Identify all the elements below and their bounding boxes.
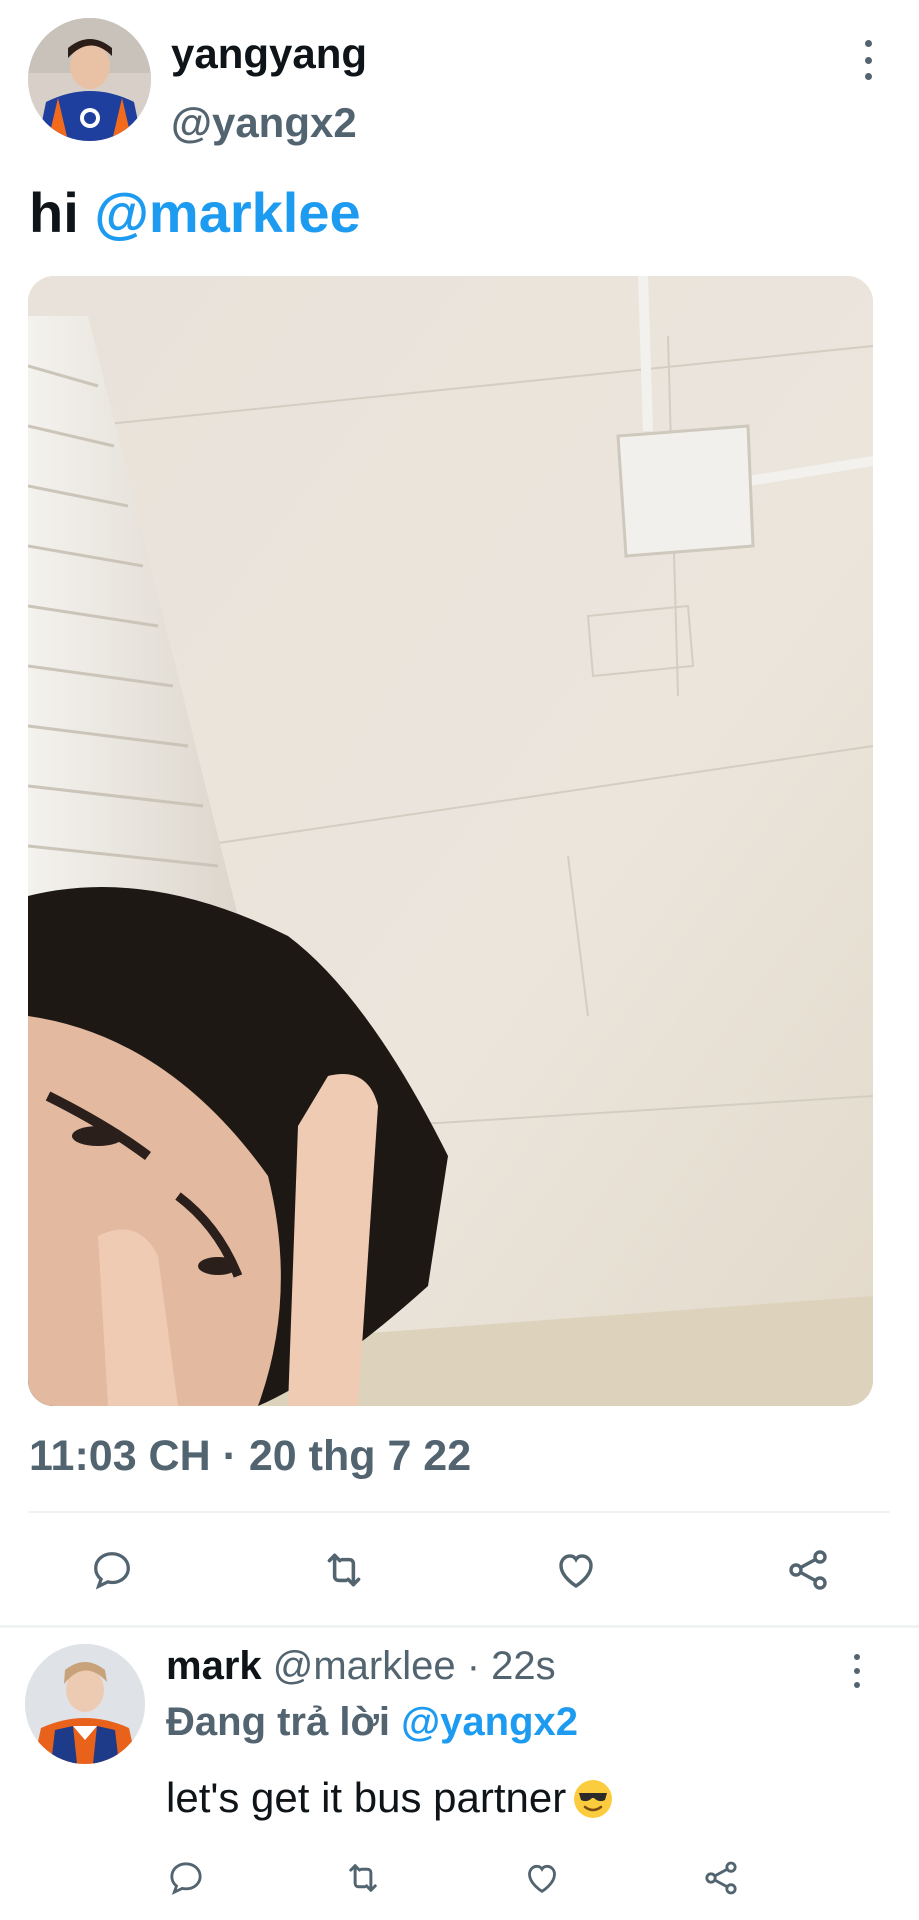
- share-icon: [705, 1861, 737, 1895]
- more-dot: [854, 1668, 860, 1674]
- more-dot: [854, 1682, 860, 1688]
- more-dot: [864, 73, 872, 80]
- retweet-button[interactable]: [314, 1540, 374, 1600]
- reply-handle-time[interactable]: @marklee · 22s: [262, 1644, 556, 1688]
- reply-icon: [94, 1552, 130, 1590]
- divider: [28, 1511, 890, 1513]
- tweet-action-bar: [0, 1540, 919, 1600]
- more-options-button[interactable]: [856, 40, 880, 80]
- like-button[interactable]: [546, 1540, 606, 1600]
- author-display-name[interactable]: yangyang: [171, 30, 367, 78]
- reply-button[interactable]: [82, 1540, 142, 1600]
- reply-author-avatar[interactable]: [25, 1644, 145, 1764]
- reply-header: mark @marklee · 22s: [166, 1642, 556, 1690]
- reply-more-options-button[interactable]: [845, 1654, 869, 1688]
- author-avatar[interactable]: [28, 18, 151, 141]
- tweet-mention-link[interactable]: @marklee: [94, 181, 360, 244]
- heart-icon: [528, 1864, 556, 1893]
- more-vertical-icon: [864, 40, 872, 47]
- reply-text: let's get it bus partner: [166, 1773, 614, 1823]
- tweet-photo[interactable]: [28, 276, 873, 1406]
- reply-share-button[interactable]: [696, 1853, 746, 1903]
- replying-to-line: Đang trả lời @yangx2: [166, 1698, 578, 1746]
- avatar-image: [28, 18, 151, 141]
- author-handle[interactable]: @yangx2: [171, 99, 357, 147]
- tweet-timestamp[interactable]: 11:03 CH · 20 thg 7 22: [29, 1430, 471, 1482]
- reply-action-bar: [0, 1853, 919, 1903]
- more-dot: [864, 56, 872, 64]
- tweet-text-prefix: hi: [29, 181, 95, 244]
- heart-icon: [559, 1554, 593, 1588]
- smiling-face-with-sunglasses-icon: [572, 1778, 614, 1820]
- replying-to-label: Đang trả lời: [166, 1700, 402, 1744]
- replying-to-mention[interactable]: @yangx2: [401, 1700, 578, 1744]
- reply-like-button[interactable]: [517, 1853, 567, 1903]
- tweet-text: hi @marklee: [29, 180, 361, 246]
- divider: [0, 1625, 919, 1628]
- reply-reply-button[interactable]: [161, 1853, 211, 1903]
- share-icon: [789, 1550, 827, 1590]
- reply-retweet-button[interactable]: [338, 1853, 388, 1903]
- reply-text-content: let's get it bus partner: [166, 1774, 567, 1821]
- retweet-icon: [349, 1864, 377, 1892]
- reply-author-name[interactable]: mark: [166, 1644, 262, 1688]
- more-vertical-icon: [854, 1654, 860, 1660]
- retweet-icon: [327, 1553, 361, 1587]
- photo-image: [28, 276, 873, 1406]
- avatar-image: [25, 1644, 145, 1764]
- reply-icon: [170, 1862, 202, 1895]
- share-button[interactable]: [778, 1540, 838, 1600]
